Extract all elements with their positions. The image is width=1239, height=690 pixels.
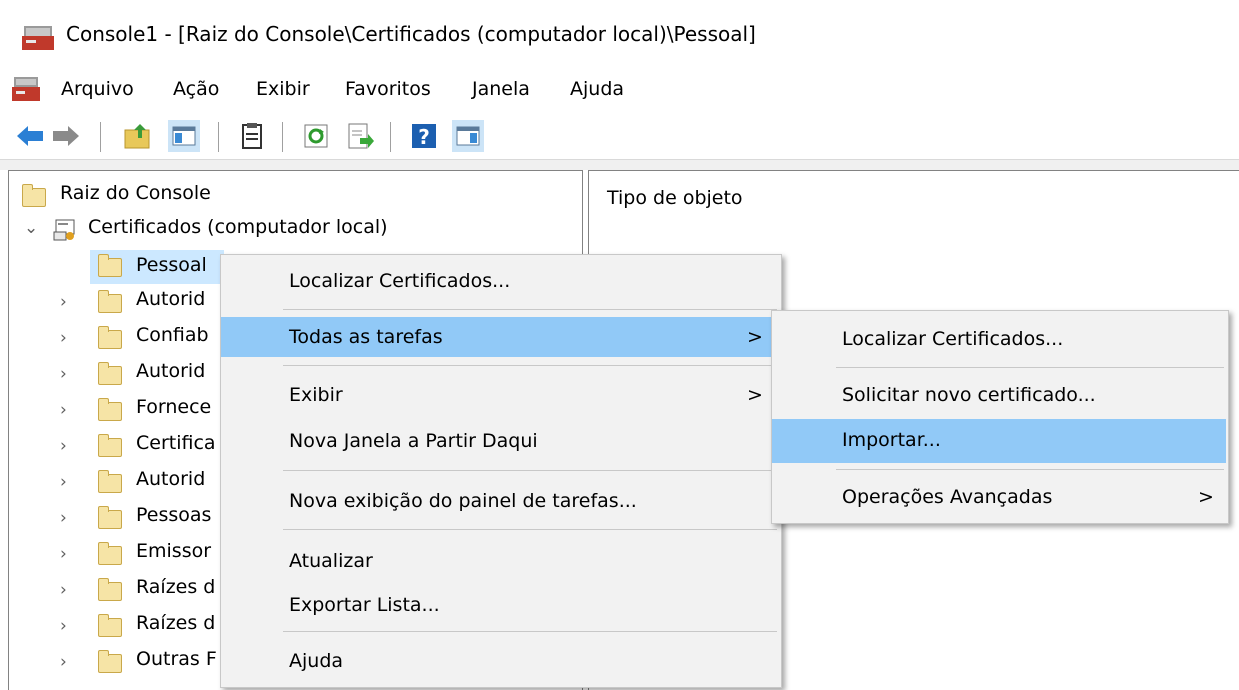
menu-separator	[836, 367, 1224, 368]
tree-item-label: Emissor	[136, 540, 212, 562]
chevron-right-icon[interactable]: ›	[60, 544, 67, 564]
menu-item-todas-as-tarefas[interactable]: Todas as tarefas >	[221, 317, 779, 357]
folder-icon	[98, 362, 122, 385]
pane-splitter-top	[0, 160, 1239, 170]
menu-separator	[283, 631, 777, 632]
chevron-down-icon[interactable]: ⌄	[24, 218, 38, 238]
chevron-right-icon[interactable]: ›	[60, 292, 67, 312]
folder-icon	[98, 434, 122, 457]
chevron-right-icon[interactable]: ›	[60, 616, 67, 636]
window-title: Console1 - [Raiz do Console\Certificados…	[66, 22, 756, 46]
menu-separator	[283, 470, 777, 471]
help-icon[interactable]: ?	[408, 120, 440, 152]
tree-item-label: Certifica	[136, 432, 216, 454]
toolbar-separator	[390, 122, 391, 152]
tree-item-label: Raízes d	[136, 576, 216, 598]
tree-item-label: Autorid	[136, 360, 206, 382]
chevron-right-icon[interactable]: ›	[60, 580, 67, 600]
chevron-right-icon[interactable]: ›	[60, 652, 67, 672]
submenu-item-operacoes-avancadas[interactable]: Operações Avançadas >	[772, 477, 1228, 517]
tree-item-label: Pessoal	[136, 254, 207, 276]
show-hide-tree-icon[interactable]	[168, 120, 200, 152]
menu-item-exportar-lista[interactable]: Exportar Lista...	[221, 585, 781, 625]
chevron-right-icon[interactable]: ›	[60, 472, 67, 492]
tree-item-label: Pessoas	[136, 504, 212, 526]
tree-item-label: Raízes d	[136, 612, 216, 634]
tree-item-label: Raiz do Console	[60, 182, 211, 204]
menu-item-exibir[interactable]: Exibir >	[221, 375, 781, 415]
chevron-right-icon[interactable]: ›	[60, 364, 67, 384]
svg-text:?: ?	[418, 125, 430, 149]
folder-icon	[22, 184, 46, 207]
menu-item-nova-janela[interactable]: Nova Janela a Partir Daqui	[221, 421, 781, 461]
toolbar-separator	[100, 122, 101, 152]
tree-item-label: Autorid	[136, 288, 206, 310]
menu-item-ajuda[interactable]: Ajuda	[221, 641, 781, 681]
folder-icon	[98, 506, 122, 529]
menu-separator	[283, 529, 777, 530]
forward-arrow-icon[interactable]	[50, 120, 82, 152]
menu-item-nova-exibicao[interactable]: Nova exibição do painel de tarefas...	[221, 481, 781, 521]
show-hide-action-pane-icon[interactable]	[452, 120, 484, 152]
back-arrow-icon[interactable]	[14, 120, 46, 152]
tree-item-label: Outras F	[136, 648, 217, 670]
toolbar-separator	[218, 122, 219, 152]
menu-ajuda[interactable]: Ajuda	[570, 78, 624, 100]
folder-icon	[98, 542, 122, 565]
menu-item-atualizar[interactable]: Atualizar	[221, 541, 781, 581]
tree-item-label: Autorid	[136, 468, 206, 490]
menu-exibir[interactable]: Exibir	[256, 78, 310, 100]
chevron-right-icon: >	[747, 326, 763, 348]
chevron-right-icon[interactable]: ›	[60, 400, 67, 420]
export-list-icon[interactable]	[344, 120, 376, 152]
chevron-right-icon[interactable]: ›	[60, 328, 67, 348]
refresh-icon[interactable]	[300, 120, 332, 152]
chevron-right-icon: >	[1198, 486, 1214, 508]
submenu-item-importar[interactable]: Importar...	[772, 419, 1226, 463]
menu-separator	[836, 469, 1224, 470]
folder-icon	[98, 578, 122, 601]
chevron-right-icon[interactable]: ›	[60, 508, 67, 528]
folder-icon	[98, 650, 122, 673]
context-menu: Localizar Certificados... Todas as taref…	[220, 254, 782, 688]
title-bar: Console1 - [Raiz do Console\Certificados…	[0, 0, 1239, 82]
folder-icon	[98, 470, 122, 493]
submenu-item-localizar-certificados[interactable]: Localizar Certificados...	[772, 319, 1228, 359]
menu-acao[interactable]: Ação	[173, 78, 219, 100]
folder-icon	[98, 614, 122, 637]
submenu-item-solicitar-novo-certificado[interactable]: Solicitar novo certificado...	[772, 375, 1228, 415]
mmc-app-icon	[22, 26, 54, 50]
submenu-todas-as-tarefas: Localizar Certificados... Solicitar novo…	[771, 310, 1229, 524]
menu-janela[interactable]: Janela	[472, 78, 530, 100]
properties-icon[interactable]	[236, 120, 268, 152]
column-header-tipo-de-objeto[interactable]: Tipo de objeto	[607, 187, 743, 209]
menu-separator	[283, 365, 777, 366]
toolbar-separator	[282, 122, 283, 152]
up-folder-icon[interactable]	[122, 120, 154, 152]
chevron-right-icon: >	[747, 384, 763, 406]
menu-separator	[283, 309, 777, 310]
chevron-right-icon[interactable]: ›	[60, 436, 67, 456]
tree-item-label: Confiab	[136, 324, 209, 346]
mmc-document-icon[interactable]	[12, 75, 42, 103]
tree-item-pessoal[interactable]: Pessoal	[90, 250, 224, 284]
tree-item-label: Certificados (computador local)	[88, 216, 388, 238]
tree-item-label: Fornece	[136, 396, 212, 418]
folder-icon	[98, 290, 122, 313]
certificates-snapin-icon	[53, 219, 75, 241]
menu-favoritos[interactable]: Favoritos	[345, 78, 431, 100]
menu-item-localizar-certificados[interactable]: Localizar Certificados...	[221, 261, 781, 301]
folder-icon	[98, 326, 122, 349]
menu-arquivo[interactable]: Arquivo	[61, 78, 134, 100]
folder-icon	[98, 254, 122, 277]
folder-icon	[98, 398, 122, 421]
